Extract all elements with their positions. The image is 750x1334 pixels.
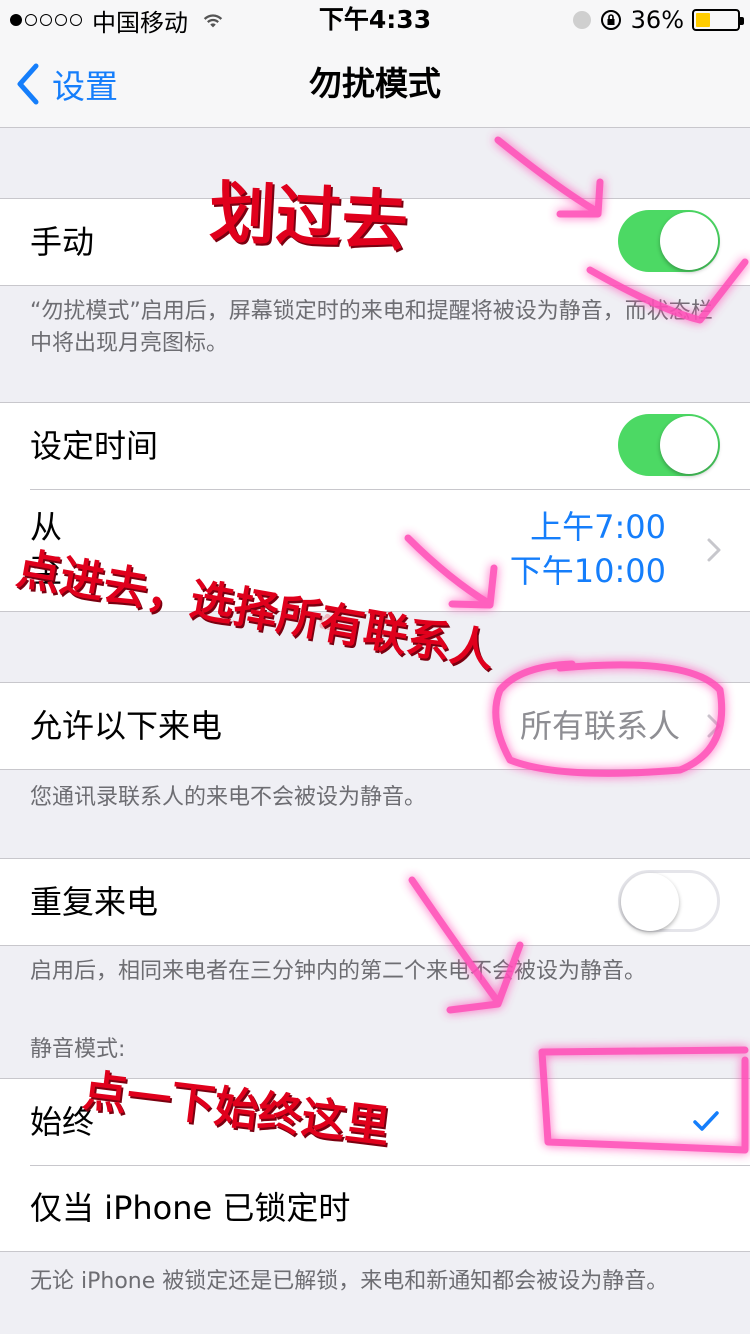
from-time: 上午7:00 <box>530 508 666 546</box>
manual-footer: “勿扰模式”启用后，屏幕锁定时的来电和提醒将被设为静音，而状态栏中将出现月亮图标… <box>30 299 713 356</box>
chevron-right-icon <box>707 714 721 738</box>
repeated-calls-row: 重复来电 <box>0 859 750 945</box>
repeated-calls-toggle[interactable] <box>618 870 720 932</box>
status-right: 36% <box>572 4 744 36</box>
silence-option-locked[interactable]: 仅当 iPhone 已锁定时 <box>0 1165 750 1251</box>
battery-percent: 36% <box>630 6 684 34</box>
allow-calls-row[interactable]: 允许以下来电 所有联系人 <box>0 683 750 769</box>
silence-option-label: 仅当 iPhone 已锁定时 <box>30 1189 351 1227</box>
manual-toggle[interactable] <box>618 210 720 272</box>
scheduled-group: 设定时间 从 至 上午7:00 下午10:00 <box>0 402 750 612</box>
navigation-bar: 设置 勿扰模式 <box>0 40 750 128</box>
chevron-right-icon <box>707 538 721 562</box>
repeated-calls-label: 重复来电 <box>30 883 159 921</box>
manual-row: 手动 <box>0 199 750 285</box>
silence-footer: 无论 iPhone 被锁定还是已解锁，来电和新通知都会被设为静音。 <box>30 1269 669 1294</box>
to-time: 下午10:00 <box>509 552 666 590</box>
status-bar: 中国移动 下午4:33 36% <box>0 0 750 40</box>
repeated-calls-group: 重复来电 <box>0 858 750 946</box>
scheduled-label: 设定时间 <box>30 427 159 465</box>
repeated-calls-footer: 启用后，相同来电者在三分钟内的第二个来电不会被设为静音。 <box>30 959 647 984</box>
orientation-lock-icon <box>600 10 621 30</box>
manual-label: 手动 <box>30 223 95 261</box>
allow-calls-label: 允许以下来电 <box>30 707 223 745</box>
allow-calls-value: 所有联系人 <box>519 707 680 745</box>
scheduled-toggle[interactable] <box>618 414 720 476</box>
silence-group: 始终 仅当 iPhone 已锁定时 <box>0 1078 750 1252</box>
silence-option-always[interactable]: 始终 <box>0 1079 750 1165</box>
to-label: 至 <box>30 552 63 590</box>
allow-calls-group: 允许以下来电 所有联系人 <box>0 682 750 770</box>
watermark-icon: ✿ <box>311 608 343 637</box>
schedule-times-row[interactable]: 从 至 上午7:00 下午10:00 <box>0 489 750 611</box>
battery-icon <box>692 9 744 31</box>
moon-icon <box>572 11 591 29</box>
manual-group: 手动 <box>0 198 750 286</box>
scheduled-row: 设定时间 <box>0 403 750 489</box>
silence-option-label: 始终 <box>30 1103 95 1141</box>
allow-calls-footer: 您通讯录联系人的来电不会被设为静音。 <box>30 785 427 810</box>
from-label: 从 <box>30 508 63 546</box>
checkmark-icon <box>693 1111 719 1131</box>
silence-section-header: 静音模式: <box>30 1037 126 1062</box>
page-title: 勿扰模式 <box>309 64 441 103</box>
